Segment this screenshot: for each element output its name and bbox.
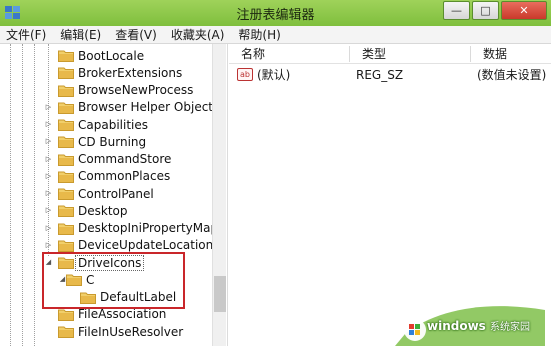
tree-guide-line (10, 44, 11, 346)
maximize-button[interactable]: □ (472, 1, 499, 20)
tree-node-label: BootLocale (78, 48, 145, 63)
registry-editor-window: 注册表编辑器 — □ ✕ 文件(F) 编辑(E) 查看(V) 收藏夹(A) 帮助… (0, 0, 551, 346)
folder-icon (58, 239, 74, 252)
expand-arrow-icon[interactable]: ▷ (44, 137, 53, 146)
close-icon: ✕ (519, 4, 529, 17)
menu-help[interactable]: 帮助(H) (232, 26, 288, 44)
tree-node[interactable]: BootLocale (58, 47, 144, 64)
value-data: (数值未设置) (477, 68, 547, 82)
expand-arrow-icon[interactable]: ▷ (44, 120, 53, 129)
tree-guide-line (34, 44, 35, 346)
close-button[interactable]: ✕ (501, 1, 547, 20)
tree-node-label: CommonPlaces (78, 169, 171, 184)
value-type: REG_SZ (356, 68, 404, 82)
folder-icon (58, 222, 74, 235)
folder-icon (58, 118, 74, 131)
column-header-type[interactable]: 类型 (350, 44, 470, 64)
value-name: (默认) (257, 68, 291, 82)
tree-node[interactable]: ▷ Browser Helper Objects (46, 99, 220, 116)
tree-node-label: Capabilities (78, 117, 148, 132)
watermark-logo: windows 系统家园 (395, 290, 551, 346)
maximize-icon: □ (480, 4, 491, 17)
tree-node-label: CD Burning (78, 134, 147, 149)
tree-node-label: BrokerExtensions (78, 65, 183, 80)
expand-arrow-icon[interactable]: ▷ (44, 155, 53, 164)
folder-icon (58, 49, 74, 62)
tree-node-label: DesktopIniPropertyMap (78, 221, 219, 235)
tree-node[interactable]: FileInUseResolver (58, 323, 183, 340)
tree-node-label: BrowseNewProcess (78, 83, 194, 97)
tree-node[interactable]: BrokerExtensions (58, 64, 182, 81)
tree-node[interactable]: ▷ ControlPanel (46, 185, 154, 202)
menu-favorites[interactable]: 收藏夹(A) (165, 26, 233, 44)
tree-node[interactable]: ▷ Desktop (46, 202, 128, 219)
expand-arrow-icon[interactable]: ▷ (44, 224, 53, 233)
expand-arrow-icon[interactable]: ▷ (44, 103, 53, 112)
registry-tree[interactable]: BootLocale BrokerExtensions BrowseNewProce… (0, 44, 228, 346)
tree-node[interactable]: ▷ CD Burning (46, 133, 147, 150)
tree-node-label: CommandStore (78, 152, 172, 166)
tree-scrollbar-thumb[interactable] (214, 276, 226, 312)
tree-node-label: DeviceUpdateLocations (78, 238, 220, 253)
folder-icon (58, 135, 74, 149)
watermark-site: 系统家园 (490, 322, 530, 333)
watermark-text: windows 系统家园 (427, 318, 530, 333)
menu-view[interactable]: 查看(V) (109, 26, 165, 44)
expand-arrow-icon[interactable]: ▷ (44, 189, 53, 198)
folder-icon (58, 204, 74, 218)
tree-guide-line (22, 44, 23, 346)
folder-icon (58, 308, 74, 321)
highlight-box (42, 252, 185, 309)
menu-bar: 文件(F) 编辑(E) 查看(V) 收藏夹(A) 帮助(H) (0, 26, 551, 44)
tree-node[interactable]: BrowseNewProcess (58, 82, 193, 99)
tree-node-label: FileInUseResolver (78, 324, 184, 339)
folder-icon (58, 101, 74, 114)
tree-scrollbar[interactable] (212, 44, 226, 346)
folder-icon (58, 66, 74, 80)
folder-icon (58, 325, 74, 338)
column-header-data[interactable]: 数据 (471, 44, 551, 64)
list-header: 名称 类型 数据 (229, 44, 551, 64)
column-header-name[interactable]: 名称 (229, 44, 349, 64)
folder-icon (58, 187, 74, 200)
tree-node[interactable]: ▷ DesktopIniPropertyMap (46, 220, 219, 237)
string-value-icon: ab (237, 68, 253, 81)
tree-node-label: Desktop (78, 203, 128, 218)
tree-node-label: FileAssociation (78, 307, 167, 322)
expand-arrow-icon[interactable]: ▷ (44, 172, 53, 181)
expand-arrow-icon[interactable]: ▷ (44, 241, 53, 250)
tree-node-label: Browser Helper Objects (78, 100, 220, 115)
menu-file[interactable]: 文件(F) (0, 26, 54, 44)
tree-node-label: ControlPanel (78, 186, 154, 201)
tree-node[interactable]: ▷ CommandStore (46, 151, 172, 168)
watermark-brand: windows (427, 319, 486, 333)
folder-icon (58, 153, 74, 166)
folder-icon (58, 170, 74, 183)
menu-edit[interactable]: 编辑(E) (54, 26, 109, 44)
minimize-icon: — (451, 4, 462, 17)
expand-arrow-icon[interactable]: ▷ (44, 206, 53, 215)
tree-node[interactable]: ▷ CommonPlaces (46, 168, 171, 185)
minimize-button[interactable]: — (443, 1, 470, 20)
tree-node[interactable]: ▷ Capabilities (46, 116, 148, 133)
value-row[interactable]: ab (默认) REG_SZ (数值未设置) (229, 66, 551, 84)
title-bar[interactable]: 注册表编辑器 — □ ✕ (0, 0, 551, 26)
folder-icon (58, 84, 74, 97)
